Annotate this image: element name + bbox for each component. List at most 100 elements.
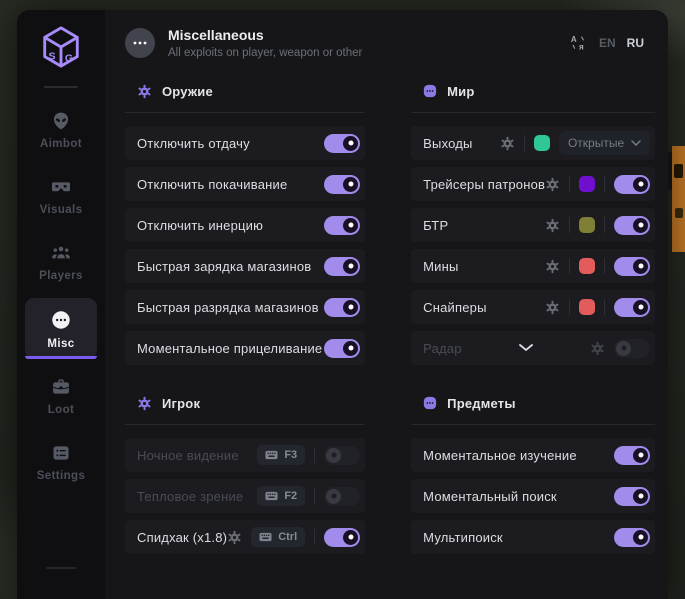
sidebar-item-misc[interactable]: Misc [25,298,97,359]
hotkey-row: Тепловое зрение F2 [125,479,365,513]
logo-letter: G [65,52,73,64]
section-player: Игрок Ночное видение [125,394,365,554]
color-swatch[interactable] [579,258,595,274]
gear-icon [137,396,152,411]
toggle[interactable] [324,216,360,235]
sidebar-item-label: Misc [47,338,74,350]
main-panel: Miscellaneous All exploits on player, we… [105,10,668,599]
divider [411,112,655,113]
toggle[interactable] [324,257,360,276]
toggle-row: Снайперы [411,290,655,324]
row-label: Моментальное изучение [423,448,614,463]
row-label: Спидхак (x1.8) [137,530,227,545]
row-label: Моментальное прицеливание [137,341,324,356]
divider [604,217,605,233]
toggle[interactable] [614,446,650,465]
toggle[interactable] [614,175,650,194]
section-weapon: Оружие Отключить отдачу Отключить покачи… [125,82,365,365]
color-swatch[interactable] [534,135,550,151]
page-header: Miscellaneous All exploits on player, we… [105,10,668,72]
row-label: Тепловое зрение [137,489,257,504]
toggle[interactable] [614,487,650,506]
sidebar-item-settings[interactable]: Settings [25,432,97,491]
divider [314,447,315,463]
toggle-row: Быстрая зарядка магазинов [125,249,365,283]
divider [569,176,570,192]
background-game-banner [672,146,685,252]
dropdown[interactable]: Открытые [559,131,650,155]
color-swatch[interactable] [579,299,595,315]
sidebar-item-label: Aimbot [40,138,82,150]
toggle[interactable] [614,528,650,547]
toggle-row: Трейсеры патронов [411,167,655,201]
row-label: Отключить инерцию [137,218,324,233]
toggle-row: Быстрая разрядка магазинов [125,290,365,324]
toggle[interactable] [324,528,360,547]
hotkey-badge[interactable]: Ctrl [251,527,305,547]
gear-icon[interactable] [545,218,560,233]
gear-icon[interactable] [227,530,242,545]
right-column: Мир Выходы [411,82,655,583]
keyboard-icon [259,532,272,542]
toggle-row: БТР [411,208,655,242]
divider [524,135,525,151]
ellipsis-circle-icon [125,28,155,58]
gear-icon[interactable] [545,300,560,315]
row-label: БТР [423,218,545,233]
language-switcher: A я EN RU [570,34,644,52]
vr-goggles-icon [51,177,71,197]
banner-glyph [674,164,683,178]
row-label: Моментальный поиск [423,489,614,504]
sidebar-item-loot[interactable]: Loot [25,366,97,425]
divider [125,112,365,113]
gear-icon[interactable] [545,259,560,274]
logo-letter: S [49,50,56,62]
chevron-down-icon [519,344,533,352]
toggle[interactable] [614,298,650,317]
sidebar-item-label: Loot [48,404,75,416]
sidebar-item-visuals[interactable]: Visuals [25,166,97,225]
section-title: Предметы [447,396,516,411]
dropdown-value: Открытые [568,136,624,150]
section-title: Мир [447,84,474,99]
toggle[interactable] [324,298,360,317]
section-title: Оружие [162,84,213,99]
hotkey-badge[interactable]: F3 [257,445,305,465]
lang-ru[interactable]: RU [627,36,644,50]
row-label: Отключить покачивание [137,177,324,192]
expand-control[interactable] [462,344,590,352]
toggle[interactable] [324,134,360,153]
gear-icon[interactable] [590,341,605,356]
divider [569,299,570,315]
toggle[interactable] [614,257,650,276]
toggle-row: Отключить отдачу [125,126,365,160]
toggle[interactable] [324,339,360,358]
players-icon [51,243,71,263]
section-title: Игрок [162,396,200,411]
divider [604,258,605,274]
divider [125,424,365,425]
divider [46,567,76,569]
toggle[interactable] [324,175,360,194]
expandable-row: Радар [411,331,655,365]
row-label: Отключить отдачу [137,136,324,151]
color-swatch[interactable] [579,176,595,192]
toggle[interactable] [324,487,360,506]
app-logo-icon: S G [38,24,84,70]
toggle[interactable] [614,216,650,235]
toggle[interactable] [614,339,650,358]
sidebar-item-players[interactable]: Players [25,232,97,291]
toggle[interactable] [324,446,360,465]
hotkey-badge[interactable]: F2 [257,486,305,506]
color-swatch[interactable] [579,217,595,233]
hotkey-label: Ctrl [278,531,297,543]
row-label: Радар [423,341,462,356]
toggle-row: Моментальное изучение [411,438,655,472]
lang-en[interactable]: EN [599,36,616,50]
divider [569,217,570,233]
gear-icon[interactable] [545,177,560,192]
keyboard-icon [265,450,278,460]
translate-icon: A я [570,34,588,52]
gear-icon[interactable] [500,136,515,151]
sidebar-item-aimbot[interactable]: Aimbot [25,100,97,159]
